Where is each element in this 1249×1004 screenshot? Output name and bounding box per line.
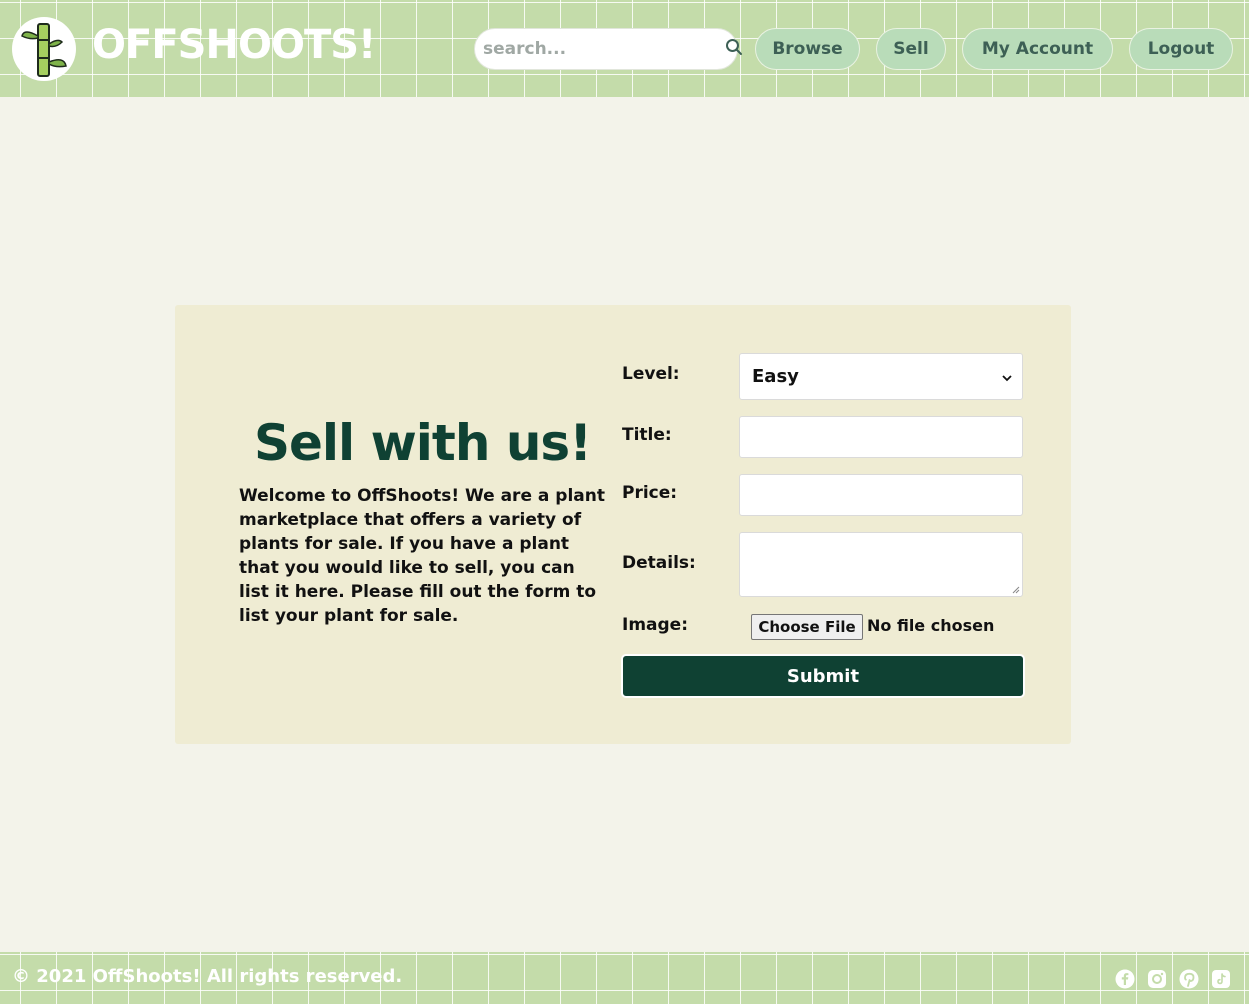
- price-label: Price:: [622, 483, 678, 503]
- file-status-text: No file chosen: [867, 616, 995, 635]
- image-label: Image:: [622, 615, 689, 635]
- nav-my-account-button[interactable]: My Account: [962, 28, 1113, 70]
- site-header: OFFSHOOTS! Browse Sell My Account Logout: [0, 0, 1249, 97]
- intro-text: Welcome to OffShoots! We are a plant mar…: [239, 486, 605, 626]
- copyright-text: © 2021 OffShoots! All rights reserved.: [12, 966, 403, 987]
- level-selected-value: Easy: [752, 366, 799, 387]
- bamboo-logo-icon[interactable]: [12, 17, 76, 81]
- page-title: Sell with us!: [254, 414, 592, 472]
- chevron-down-icon: [1002, 366, 1012, 387]
- title-label: Title:: [622, 425, 672, 445]
- nav-logout-button[interactable]: Logout: [1129, 28, 1233, 70]
- search-icon[interactable]: [725, 38, 743, 60]
- level-select[interactable]: Easy: [739, 353, 1023, 400]
- choose-file-button[interactable]: Choose File: [751, 614, 863, 640]
- brand-name[interactable]: OFFSHOOTS!: [92, 22, 376, 68]
- nav-browse-button[interactable]: Browse: [755, 28, 860, 70]
- facebook-icon[interactable]: [1114, 968, 1136, 990]
- site-footer: © 2021 OffShoots! All rights reserved.: [0, 952, 1249, 1004]
- details-textarea[interactable]: [739, 532, 1023, 597]
- search-bar: [474, 28, 742, 70]
- level-label: Level:: [622, 364, 680, 384]
- details-label: Details:: [622, 553, 696, 573]
- tiktok-icon[interactable]: [1210, 968, 1232, 990]
- instagram-icon[interactable]: [1146, 968, 1168, 990]
- price-input[interactable]: [739, 474, 1023, 516]
- pinterest-icon[interactable]: [1178, 968, 1200, 990]
- search-input[interactable]: [483, 39, 725, 59]
- submit-button[interactable]: Submit: [621, 654, 1025, 698]
- resize-grip-icon[interactable]: [1012, 586, 1020, 594]
- title-input[interactable]: [739, 416, 1023, 458]
- nav-sell-button[interactable]: Sell: [876, 28, 946, 70]
